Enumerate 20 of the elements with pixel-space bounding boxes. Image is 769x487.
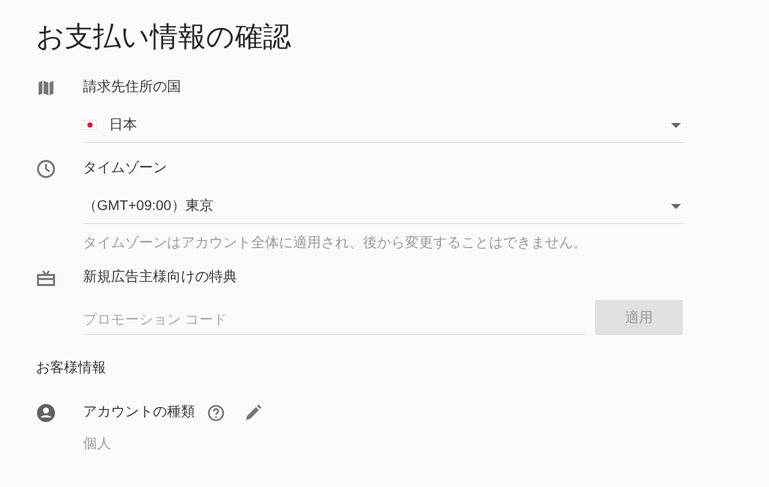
clock-icon xyxy=(36,159,56,179)
hint-text: タイムゾーンはアカウント全体に適用され、後から変更することはできません。 xyxy=(83,234,587,252)
promo-code-field[interactable]: プロモーション コード xyxy=(83,304,585,335)
field-label: アカウントの種類 xyxy=(83,403,195,421)
japan-flag-icon xyxy=(83,120,97,130)
dropdown-caret-icon xyxy=(671,122,681,128)
timezone-select[interactable]: （GMT+09:00）東京 xyxy=(83,191,683,224)
gift-icon xyxy=(36,268,56,288)
edit-icon[interactable] xyxy=(243,403,263,423)
country-select[interactable]: 日本 xyxy=(83,110,683,143)
map-icon xyxy=(36,78,56,98)
section-heading: お客様情報 xyxy=(36,359,106,377)
field-label: タイムゾーン xyxy=(83,159,167,177)
field-label: 新規広告主様向けの特典 xyxy=(83,268,237,286)
account-circle-icon xyxy=(36,403,56,423)
account-type-value: 個人 xyxy=(83,435,111,453)
field-label: 請求先住所の国 xyxy=(83,78,181,96)
page-title: お支払い情報の確認 xyxy=(36,20,291,54)
help-icon[interactable] xyxy=(207,404,225,422)
dropdown-caret-icon xyxy=(671,204,681,208)
